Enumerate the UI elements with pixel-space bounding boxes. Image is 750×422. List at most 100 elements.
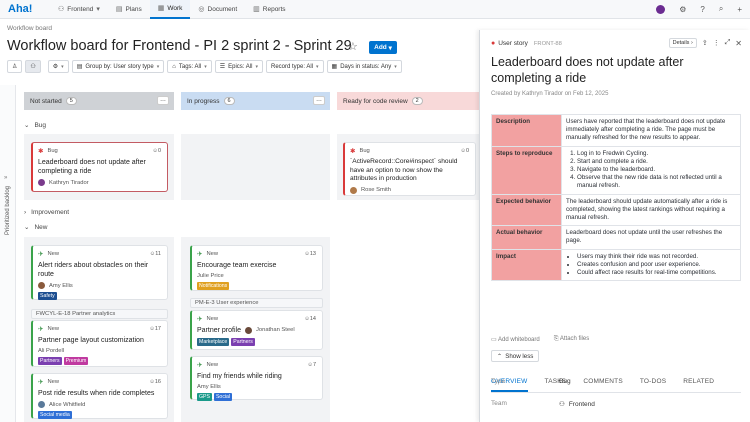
team-field-label: Team	[491, 400, 507, 407]
card-find-friends[interactable]: ✈ New ☺7 Find my friends while riding Amy…	[190, 356, 323, 401]
record-type: User story	[498, 40, 528, 47]
settings-menu-button[interactable]: ⚙ ▾	[47, 60, 69, 73]
card-encourage-team-exercise[interactable]: ✈ New ☺13 Encourage team exercise Julie P…	[190, 245, 323, 291]
epic-label: FWCYL-E-18 Partner analytics	[31, 309, 168, 319]
tags-filter[interactable]: ⌂ Tags: All ▾	[167, 60, 212, 73]
record-ref[interactable]: FRONT-88	[534, 41, 562, 47]
search-icon[interactable]: ⌕	[719, 4, 723, 14]
epics-filter[interactable]: ☰ Epics: All ▾	[214, 60, 263, 73]
star-icon[interactable]: ☆	[348, 40, 358, 53]
card-type: New	[206, 251, 219, 257]
tab-comments[interactable]: COMMENTS	[583, 376, 623, 392]
record-header: ● User story FRONT-88	[491, 40, 562, 47]
comment-count: ☺16	[149, 379, 161, 385]
card-title: Post ride results when ride completes	[38, 390, 155, 397]
card-partner-page-layout[interactable]: ✈ New ☺17 Partner page layout customizati…	[31, 320, 168, 367]
impact-item: Could affect race results for real-time …	[577, 269, 736, 277]
bug-icon: ✱	[38, 148, 44, 155]
comment-count: ☺11	[149, 251, 161, 257]
details-button[interactable]: Details ›	[668, 38, 697, 48]
close-icon[interactable]: ✕	[735, 39, 742, 48]
tab-related[interactable]: RELATED	[683, 376, 714, 392]
record-type-filter[interactable]: Record type: All ▾	[265, 60, 324, 73]
team-icon: ⚇	[30, 64, 36, 70]
backlog-label: Prioritized backlog	[5, 185, 11, 235]
chevron-down-icon: ⌄	[24, 122, 30, 129]
product-label: Frontend	[67, 5, 94, 13]
epic-label: PM-E-3 User experience	[190, 298, 323, 308]
chevron-down-icon: ▾	[96, 6, 100, 13]
group-improvement-toggle[interactable]: › Improvement	[24, 209, 69, 216]
person-view-button[interactable]: ♙	[7, 60, 23, 73]
add-button-label: Add	[374, 44, 387, 51]
more-icon[interactable]: ⋮	[713, 39, 720, 47]
column-title: Not started	[30, 97, 62, 105]
team-value: Frontend	[568, 400, 595, 408]
card-type: Bug	[359, 148, 370, 154]
tag-badge: Partners	[231, 338, 255, 346]
column-menu-button[interactable]: …	[157, 96, 169, 105]
show-less-button[interactable]: ⌃ Show less	[491, 350, 540, 362]
card-owner: Jonathan Steel	[255, 327, 295, 333]
settings-icon[interactable]: ⚙	[679, 5, 686, 14]
nav-document[interactable]: ◎ Document	[190, 0, 245, 19]
tag-badge: Notifications	[197, 282, 230, 290]
product-switcher[interactable]: ⚇ Frontend ▾	[50, 0, 108, 19]
impact-item: Creates confusion and poor user experien…	[577, 261, 736, 269]
group-by-filter[interactable]: ▤ Group by: User story type ▾	[71, 60, 165, 73]
card-owner: Amy Ellis	[197, 384, 221, 390]
epic-icon: ☰	[219, 64, 226, 70]
aha-logo[interactable]: Aha!	[8, 3, 50, 15]
chevron-down-icon: ▾	[255, 63, 258, 70]
comment-count: ☺17	[149, 326, 161, 332]
card-alert-riders[interactable]: ✈ New ☺11 Alert riders about obstacles on…	[31, 245, 168, 300]
record-title[interactable]: Leaderboard does not update after comple…	[491, 54, 741, 86]
work-icon: ▦	[157, 5, 165, 12]
column-menu-button[interactable]: …	[313, 96, 325, 105]
card-partner-profile[interactable]: ✈ New ☺14 Partner profile Jonathan Steel M…	[190, 310, 323, 350]
add-button[interactable]: Add ▾	[369, 41, 397, 54]
card-title: Leaderboard does not update after comple…	[38, 159, 146, 175]
days-in-status-label: Days in status: Any	[340, 63, 392, 70]
user-avatar[interactable]	[656, 4, 666, 14]
card-activerecord-bug[interactable]: ✱ Bug ☺0 `ActiveRecord::Core#inspect` sho…	[343, 142, 476, 196]
description-table[interactable]: Description Users have reported that the…	[491, 114, 741, 282]
nav-reports[interactable]: ▥ Reports	[245, 0, 293, 19]
tab-todos[interactable]: TO-DOS	[640, 376, 666, 392]
expand-icon[interactable]: ⤢	[725, 39, 731, 47]
nav-plans[interactable]: ▤ Plans	[108, 0, 150, 19]
breadcrumb[interactable]: Workflow board	[7, 25, 52, 32]
group-bug-toggle[interactable]: ⌄ Bug	[24, 121, 46, 130]
board-toolbar: ♙ ⚇ ⚙ ▾ ▤ Group by: User story type ▾ ⌂ Tags…	[7, 60, 402, 73]
add-icon[interactable]: +	[737, 5, 742, 14]
show-less-label: Show less	[505, 352, 534, 360]
card-title: Partner page layout customization	[38, 337, 144, 344]
card-title: `ActiveRecord::Core#inspect` should have…	[350, 158, 458, 182]
card-type: New	[206, 316, 219, 322]
card-type: Bug	[47, 148, 58, 154]
card-post-ride-results[interactable]: ✈ New ☺16 Post ride results when ride com…	[31, 373, 168, 419]
team-view-button[interactable]: ⚇	[25, 60, 41, 73]
actual-value: Leaderboard does not update until the us…	[561, 225, 741, 250]
record-detail-panel: ● User story FRONT-88 Details › ⇪ ⋮ ⤢ ✕ …	[479, 30, 750, 422]
type-field-value[interactable]: Bug	[559, 378, 571, 385]
add-whiteboard-link[interactable]: ▭ Add whiteboard	[491, 336, 540, 343]
help-icon[interactable]: ?	[700, 5, 704, 14]
expected-value: The leaderboard should update automatica…	[561, 193, 741, 227]
prioritized-backlog-toggle[interactable]: » Prioritized backlog	[0, 85, 16, 422]
record-type-label: Record type: All	[270, 63, 314, 70]
type-value: Bug	[559, 378, 571, 385]
type-field-label: Type	[491, 378, 506, 385]
comment-count: ☺7	[307, 362, 316, 368]
share-icon[interactable]: ⇪	[702, 39, 708, 47]
group-new-toggle[interactable]: ⌄ New	[24, 223, 47, 232]
nav-work[interactable]: ▦ Work	[149, 0, 191, 19]
days-in-status-filter[interactable]: ▦ Days in status: Any ▾	[326, 60, 402, 73]
impact-item: Users may think their ride was not recor…	[577, 253, 736, 261]
story-icon: ✈	[38, 251, 44, 258]
attach-files-link[interactable]: ⎘ Attach files	[554, 336, 590, 343]
column-count: 5	[65, 97, 77, 105]
chevron-right-icon: ›	[24, 209, 27, 216]
card-leaderboard-bug[interactable]: ✱ Bug ☺0 Leaderboard does not update afte…	[31, 142, 168, 192]
team-field-value[interactable]: ⚇ Frontend	[559, 400, 595, 409]
